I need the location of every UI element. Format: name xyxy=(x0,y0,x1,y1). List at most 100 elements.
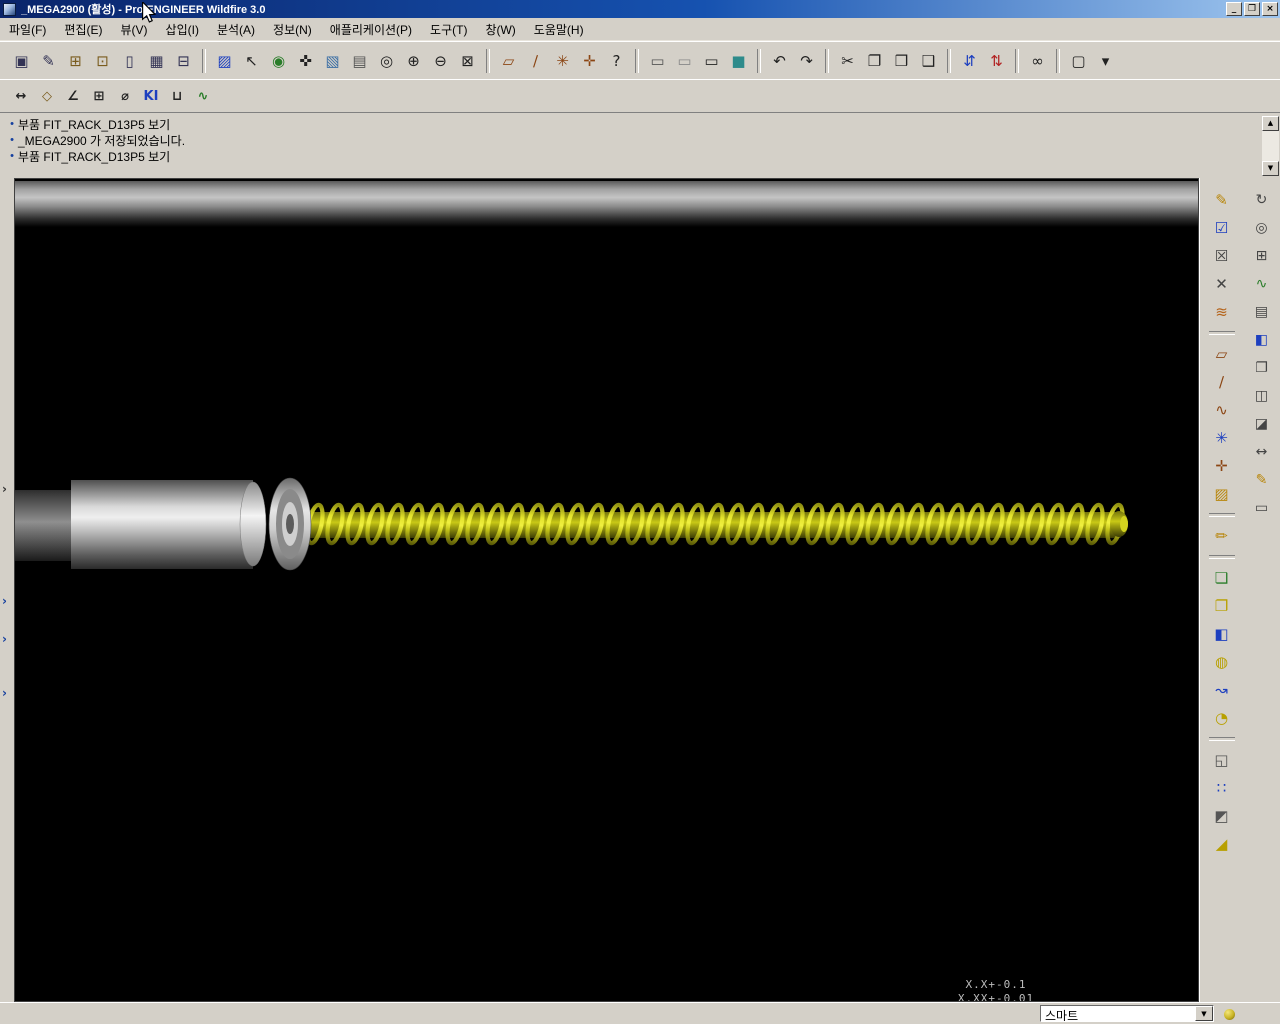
view-manager-icon[interactable]: ☑ xyxy=(1208,214,1236,242)
title-bar[interactable]: _MEGA2900 (활성) - Pro/ENGINEER Wildfire 3… xyxy=(0,0,1280,18)
panel-expand-arrow[interactable]: › xyxy=(2,687,13,700)
menu-edit[interactable]: 편집(E) xyxy=(55,17,111,42)
menu-tools[interactable]: 도구(T) xyxy=(421,17,476,42)
surface-display-icon[interactable]: ◧ xyxy=(1249,326,1275,354)
revolve-tool-icon[interactable]: ◍ xyxy=(1208,648,1236,676)
extrude-tool-icon[interactable]: ◧ xyxy=(1208,620,1236,648)
model-cylinder-cap[interactable] xyxy=(239,481,267,567)
ki-info-icon[interactable]: KI xyxy=(138,84,164,108)
restore-button[interactable]: ❐ xyxy=(1244,2,1260,16)
context-help-icon[interactable]: ? xyxy=(603,48,630,74)
menu-info[interactable]: 정보(N) xyxy=(264,17,321,42)
toolbox-dropdown-icon[interactable]: ▾ xyxy=(1092,48,1119,74)
spin-arrows-icon[interactable]: ↻ xyxy=(1249,186,1275,214)
profile-rib-icon[interactable]: ≋ xyxy=(1208,298,1236,326)
grid-display-icon[interactable]: ⊞ xyxy=(1249,242,1275,270)
regenerate-icon[interactable]: ⇵ xyxy=(956,48,983,74)
appearance-brush-icon[interactable]: ✎ xyxy=(1208,186,1236,214)
graph-analysis-icon[interactable]: ∿ xyxy=(190,84,216,108)
refit-icon[interactable]: ⊠ xyxy=(454,48,481,74)
orbit-view-icon[interactable]: ◎ xyxy=(1249,214,1275,242)
datum-axes-toggle-icon[interactable]: ∕ xyxy=(522,48,549,74)
sketched-curve-tool-icon[interactable]: ▨ xyxy=(1208,480,1236,508)
find-icon[interactable]: ∞ xyxy=(1024,48,1051,74)
datum-curve-tool-icon[interactable]: ∿ xyxy=(1208,396,1236,424)
cut-icon[interactable]: ✂ xyxy=(834,48,861,74)
wireframe-icon[interactable]: ▭ xyxy=(644,48,671,74)
zoom-in-icon[interactable]: ⊕ xyxy=(400,48,427,74)
copy-icon[interactable]: ❐ xyxy=(861,48,888,74)
create-component-icon[interactable]: ❐ xyxy=(1208,592,1236,620)
app-icon[interactable] xyxy=(3,2,16,16)
hidden-line-icon[interactable]: ▭ xyxy=(671,48,698,74)
combo-dropdown-button[interactable]: ▼ xyxy=(1195,1006,1213,1021)
worm-gear-model[interactable] xyxy=(15,474,1199,589)
measure-distance-icon[interactable]: ↔ xyxy=(8,84,34,108)
zoom-out-icon[interactable]: ⊖ xyxy=(427,48,454,74)
panel-expand-arrow[interactable]: › xyxy=(2,633,13,646)
repaint-icon[interactable]: ▨ xyxy=(211,48,238,74)
mirror-tool-icon[interactable]: ◩ xyxy=(1208,802,1236,830)
measure-surface-icon[interactable]: ◇ xyxy=(34,84,60,108)
paste-special-icon[interactable]: ❑ xyxy=(915,48,942,74)
model-display-icon[interactable]: ▭ xyxy=(1249,494,1275,522)
close-pane-icon[interactable]: ☒ xyxy=(1208,242,1236,270)
scroll-up-button[interactable]: ▲ xyxy=(1262,116,1279,131)
menu-analysis[interactable]: 분석(A) xyxy=(208,17,264,42)
message-scrollbar[interactable]: ▲ ▼ xyxy=(1262,116,1279,176)
scroll-down-button[interactable]: ▼ xyxy=(1262,161,1279,176)
blend-tool-icon[interactable]: ◔ xyxy=(1208,704,1236,732)
3d-viewport[interactable]: X.X+-0.1X.XX+-0.01X.XXX+-0.001ANG.+-0.5 xyxy=(14,178,1199,1002)
print-icon[interactable]: ⊟ xyxy=(170,48,197,74)
paste-icon[interactable]: ❒ xyxy=(888,48,915,74)
menu-insert[interactable]: 삽입(I) xyxy=(157,17,208,42)
datum-axis-tool-icon[interactable]: ∕ xyxy=(1208,368,1236,396)
shade-model-icon[interactable]: ▧ xyxy=(319,48,346,74)
menu-applications[interactable]: 애플리케이션(P) xyxy=(321,17,421,42)
pan-hand-icon[interactable]: ✜ xyxy=(292,48,319,74)
zoom-window-icon[interactable]: ◎ xyxy=(373,48,400,74)
open-add-icon[interactable]: ⊞ xyxy=(62,48,89,74)
cylinder-display-icon[interactable]: ◫ xyxy=(1249,382,1275,410)
menu-file[interactable]: 파일(F) xyxy=(0,17,55,42)
pattern-tool-icon[interactable]: ∷ xyxy=(1208,774,1236,802)
datum-point-display-icon[interactable]: ✕ xyxy=(1208,270,1236,298)
datum-toolbox-icon[interactable]: ▢ xyxy=(1065,48,1092,74)
open-folder-icon[interactable]: ⊡ xyxy=(89,48,116,74)
sweep-tool-icon[interactable]: ↝ xyxy=(1208,676,1236,704)
copy-view-icon[interactable]: ❐ xyxy=(1249,354,1275,382)
panel-expand-arrow[interactable]: › xyxy=(2,595,13,608)
model-main-cylinder[interactable] xyxy=(71,480,253,569)
menu-help[interactable]: 도움말(H) xyxy=(525,17,593,42)
redo-icon[interactable]: ↷ xyxy=(793,48,820,74)
select-arrow-icon[interactable]: ↖ xyxy=(238,48,265,74)
regen-manager-icon[interactable]: ⇅ xyxy=(983,48,1010,74)
sketch-tool-icon[interactable]: ✏ xyxy=(1208,522,1236,550)
section-icon[interactable]: ⊔ xyxy=(164,84,190,108)
menu-window[interactable]: 창(W) xyxy=(476,17,524,42)
measure-view-icon[interactable]: ↔ xyxy=(1249,438,1275,466)
undo-icon[interactable]: ↶ xyxy=(766,48,793,74)
new-window-icon[interactable]: ▣ xyxy=(8,48,35,74)
selection-filter-combo[interactable]: 스마트 ▼ xyxy=(1040,1005,1214,1022)
layer-stack-icon[interactable]: ▤ xyxy=(1249,298,1275,326)
copy-geometry-icon[interactable]: ◱ xyxy=(1208,746,1236,774)
assemble-component-icon[interactable]: ❏ xyxy=(1208,564,1236,592)
datum-point-tool-icon[interactable]: ✳ xyxy=(1208,424,1236,452)
spin-center-icon[interactable]: ◉ xyxy=(265,48,292,74)
new-file-icon[interactable]: ✎ xyxy=(35,48,62,74)
measure-grid-icon[interactable]: ⊞ xyxy=(86,84,112,108)
datum-planes-toggle-icon[interactable]: ▱ xyxy=(495,48,522,74)
coordinate-system-tool-icon[interactable]: ✛ xyxy=(1208,452,1236,480)
close-button[interactable]: × xyxy=(1262,2,1278,16)
section-view-icon[interactable]: ◪ xyxy=(1249,410,1275,438)
measure-diameter-icon[interactable]: ⌀ xyxy=(112,84,138,108)
panel-expand-arrow[interactable]: › xyxy=(2,483,13,496)
save-icon[interactable]: ▦ xyxy=(143,48,170,74)
model-rear-shaft[interactable] xyxy=(15,490,73,561)
model-flange[interactable] xyxy=(268,477,312,571)
no-hidden-icon[interactable]: ▭ xyxy=(698,48,725,74)
menu-view[interactable]: 뷰(V) xyxy=(111,17,156,42)
measure-angle-icon[interactable]: ∠ xyxy=(60,84,86,108)
minimize-button[interactable]: _ xyxy=(1226,2,1242,16)
